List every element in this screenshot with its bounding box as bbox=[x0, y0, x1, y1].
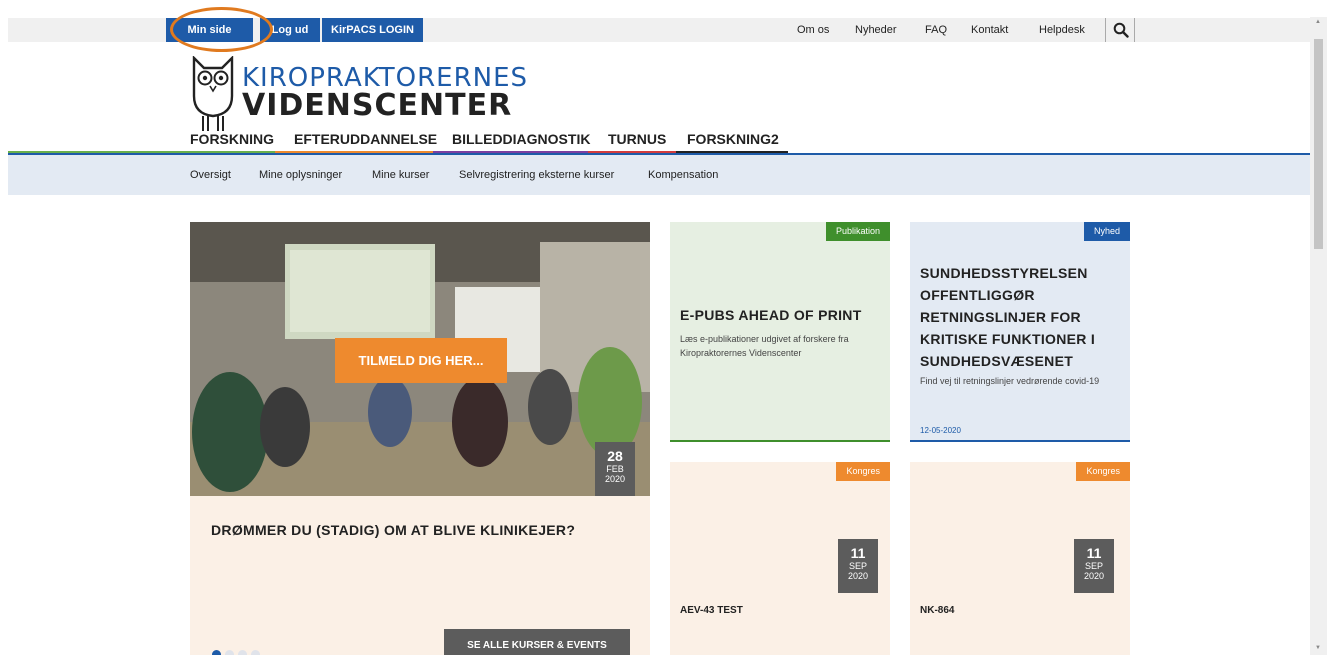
carousel-dot-3[interactable] bbox=[238, 650, 247, 655]
card-tag-kongres: Kongres bbox=[1076, 462, 1130, 481]
om-os-link[interactable]: Om os bbox=[797, 18, 829, 42]
hero-card[interactable]: TILMELD DIG HER... 28 FEB 2020 DRØMMER D… bbox=[190, 222, 650, 655]
nyheder-link[interactable]: Nyheder bbox=[855, 18, 897, 42]
card-tag-kongres: Kongres bbox=[836, 462, 890, 481]
card-publikation[interactable]: Publikation E-PUBS AHEAD OF PRINT Læs e-… bbox=[670, 222, 890, 442]
subnav-oversigt[interactable]: Oversigt bbox=[190, 169, 231, 181]
subnav-selvregistrering[interactable]: Selvregistrering eksterne kurser bbox=[459, 169, 614, 181]
card-date-day: 11 bbox=[1086, 545, 1102, 561]
hero-date-year: 2020 bbox=[604, 474, 626, 484]
card-title[interactable]: AEV-43 TEST bbox=[680, 605, 743, 616]
kontakt-link[interactable]: Kontakt bbox=[971, 18, 1008, 42]
logo-text-line2[interactable]: VIDENSCENTER bbox=[242, 88, 512, 123]
page: Min side Log ud KirPACS LOGIN Om os Nyhe… bbox=[0, 0, 1327, 655]
card-title[interactable]: SUNDHEDSSTYRELSEN OFFENTLIGGØR RETNINGSL… bbox=[920, 262, 1125, 372]
hero-title[interactable]: DRØMMER DU (STADIG) OM AT BLIVE KLINIKEJ… bbox=[211, 522, 575, 538]
card-tag-publikation: Publikation bbox=[825, 222, 890, 241]
carousel-dot-2[interactable] bbox=[225, 650, 234, 655]
nav-turnus[interactable]: TURNUS bbox=[608, 131, 666, 147]
subnav-kompensation[interactable]: Kompensation bbox=[648, 169, 718, 181]
card-date-badge: 11 SEP 2020 bbox=[1074, 539, 1114, 593]
scroll-up-arrow-icon[interactable]: ▲ bbox=[1315, 19, 1321, 25]
card-tag-nyhed: Nyhed bbox=[1083, 222, 1130, 241]
hero-date-month: FEB bbox=[606, 464, 624, 474]
carousel-dot-4[interactable] bbox=[251, 650, 260, 655]
nav-forskning[interactable]: FORSKNING bbox=[190, 131, 274, 147]
see-all-events-button[interactable]: SE ALLE KURSER & EVENTS bbox=[444, 629, 630, 655]
tilmeld-button[interactable]: TILMELD DIG HER... bbox=[335, 338, 507, 383]
card-date-month: SEP bbox=[1084, 561, 1103, 571]
helpdesk-link[interactable]: Helpdesk bbox=[1039, 18, 1085, 42]
card-kongres-nk[interactable]: Kongres 11 SEP 2020 NK-864 bbox=[910, 462, 1130, 655]
card-kongres-aev[interactable]: Kongres 11 SEP 2020 AEV-43 TEST bbox=[670, 462, 890, 655]
vertical-scrollbar[interactable]: ▲ ▼ bbox=[1310, 17, 1327, 655]
scroll-thumb[interactable] bbox=[1314, 39, 1323, 249]
sub-nav: Oversigt Mine oplysninger Mine kurser Se… bbox=[8, 155, 1310, 195]
card-text: Find vej til retningslinjer vedrørende c… bbox=[920, 376, 1100, 386]
search-icon[interactable] bbox=[1105, 18, 1135, 42]
card-date-year: 2020 bbox=[847, 571, 869, 581]
card-nyhed[interactable]: Nyhed SUNDHEDSSTYRELSEN OFFENTLIGGØR RET… bbox=[910, 222, 1130, 442]
subnav-mine-oplysninger[interactable]: Mine oplysninger bbox=[259, 169, 342, 181]
card-date-year: 2020 bbox=[1083, 571, 1105, 581]
nav-forskning2[interactable]: FORSKNING2 bbox=[687, 131, 779, 147]
card-text: Læs e-publikationer udgivet af forskere … bbox=[680, 334, 849, 358]
card-title[interactable]: NK-864 bbox=[920, 605, 954, 616]
scroll-down-arrow-icon[interactable]: ▼ bbox=[1315, 645, 1321, 651]
subnav-mine-kurser[interactable]: Mine kurser bbox=[372, 169, 429, 181]
kirpacs-login-button[interactable]: KirPACS LOGIN bbox=[322, 18, 423, 42]
card-date: 12-05-2020 bbox=[920, 426, 961, 435]
highlight-circle bbox=[170, 7, 273, 52]
carousel-dot-1[interactable] bbox=[212, 650, 221, 655]
owl-logo-icon[interactable] bbox=[190, 55, 236, 137]
card-date-day: 11 bbox=[850, 545, 866, 561]
hero-date-badge: 28 FEB 2020 bbox=[595, 442, 635, 496]
card-date-badge: 11 SEP 2020 bbox=[838, 539, 878, 593]
card-title[interactable]: E-PUBS AHEAD OF PRINT bbox=[680, 304, 890, 326]
nav-efteruddannelse[interactable]: EFTERUDDANNELSE bbox=[294, 131, 437, 147]
hero-date-day: 28 bbox=[607, 448, 623, 464]
carousel-dots bbox=[212, 646, 264, 655]
card-date-month: SEP bbox=[848, 561, 867, 571]
faq-link[interactable]: FAQ bbox=[925, 18, 947, 42]
nav-billeddiagnostik[interactable]: BILLEDDIAGNOSTIK bbox=[452, 131, 590, 147]
